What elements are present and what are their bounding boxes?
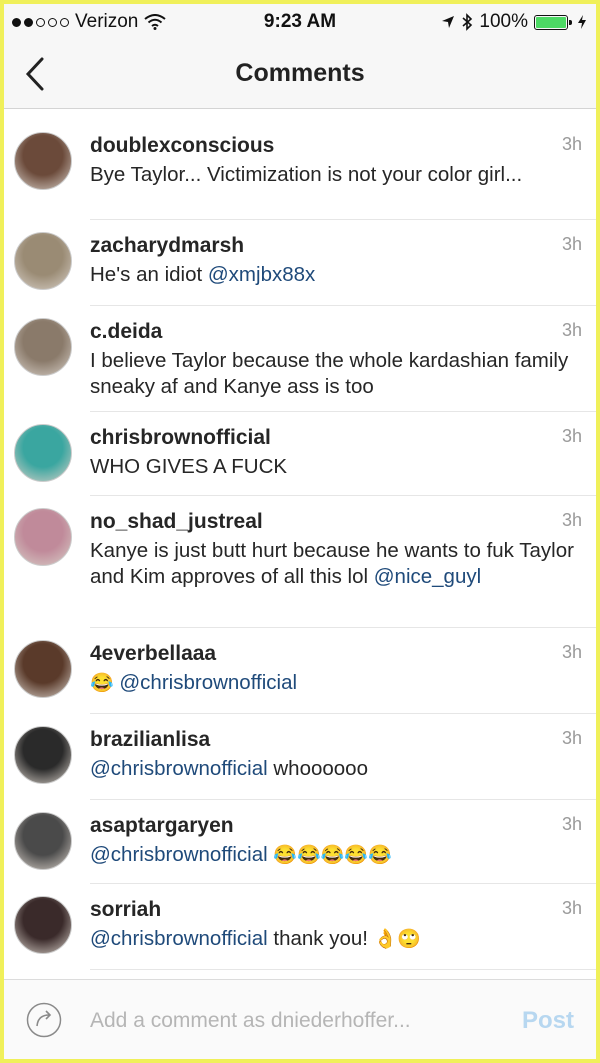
comment-row[interactable]: chrisbrownofficial 3h WHO GIVES A FUCK <box>4 412 596 496</box>
comment-text: WHO GIVES A FUCK <box>90 454 580 480</box>
comment-text: I believe Taylor because the whole karda… <box>90 348 580 400</box>
mention-link[interactable]: @xmjbx88x <box>208 263 315 286</box>
comment-text-segment: thank you! <box>267 927 374 950</box>
comment-username[interactable]: sorriah <box>90 898 161 922</box>
comment-timestamp: 3h <box>561 642 582 662</box>
avatar[interactable] <box>14 318 72 376</box>
comment-text-segment: whoooooo <box>267 757 368 780</box>
comment-timestamp: 3h <box>561 134 582 154</box>
comment-row[interactable]: c.deida 3h I believe Taylor because the wh… <box>4 306 596 412</box>
comment-username[interactable]: c.deida <box>90 320 162 344</box>
avatar[interactable] <box>14 812 72 870</box>
emoji: 😂 <box>90 673 114 694</box>
comment-timestamp: 3h <box>561 898 582 918</box>
comment-row[interactable]: zacharydmarsh 3h He's an idiot @xmjbx88x <box>4 220 596 306</box>
avatar[interactable] <box>14 640 72 698</box>
comment-username[interactable]: zacharydmarsh <box>90 234 244 258</box>
battery-icon <box>534 14 572 30</box>
comment-text: Kanye is just butt hurt because he wants… <box>90 538 580 590</box>
comment-text: Bye Taylor... Victimization is not your … <box>90 162 580 188</box>
comment-text: He's an idiot @xmjbx88x <box>90 262 580 288</box>
page-title: Comments <box>235 59 365 87</box>
mention-link[interactable]: @chrisbrownofficial <box>119 671 297 694</box>
comment-row[interactable]: sorriah 3h @chrisbrownofficial thank you! … <box>4 884 596 970</box>
emoji: 👌🙄 <box>373 929 421 950</box>
comment-text-segment: Bye Taylor... Victimization is not your … <box>90 163 523 186</box>
comment-text: @chrisbrownofficial 😂😂😂😂😂 <box>90 842 580 869</box>
comment-username[interactable]: 4everbellaaa <box>90 642 216 666</box>
battery-percent: 100% <box>479 11 528 32</box>
comment-timestamp: 3h <box>561 234 582 254</box>
mention-link[interactable]: @chrisbrownofficial <box>90 927 268 950</box>
comment-username[interactable]: doublexconscious <box>90 134 274 158</box>
avatar[interactable] <box>14 726 72 784</box>
comment-text-segment: WHO GIVES A FUCK <box>90 455 288 478</box>
comment-timestamp: 3h <box>561 426 582 446</box>
comment-username[interactable]: brazilianlisa <box>90 728 210 752</box>
avatar[interactable] <box>14 132 72 190</box>
post-button[interactable]: Post <box>522 1007 574 1035</box>
charging-bolt-icon <box>578 15 586 29</box>
mention-link[interactable]: @chrisbrownofficial <box>90 757 268 780</box>
comment-text: @chrisbrownofficial thank you! 👌🙄 <box>90 926 580 953</box>
mention-link[interactable]: @chrisbrownofficial <box>90 843 268 866</box>
comment-row[interactable]: doublexconscious 3h Bye Taylor... Victimiz… <box>4 114 596 220</box>
mention-link[interactable]: @nice_guyl <box>374 565 481 588</box>
comment-username[interactable]: chrisbrownofficial <box>90 426 271 450</box>
comment-row[interactable]: 4everbellaaa 3h 😂 @chrisbrownofficial <box>4 628 596 714</box>
comment-timestamp: 3h <box>561 320 582 340</box>
comment-row[interactable]: brazilianlisa 3h @chrisbrownofficial whooo… <box>4 714 596 800</box>
location-arrow-icon <box>442 16 455 28</box>
comment-text-segment: I believe Taylor because the whole karda… <box>90 349 569 398</box>
screen: Verizon 9:23 AM 100% Comments doublexcon… <box>4 4 596 1059</box>
emoji: 😂😂😂😂😂 <box>273 845 392 866</box>
comment-text-segment: He's an idiot <box>90 263 208 286</box>
comment-input[interactable]: Add a comment as dniederhoffer... <box>90 1009 411 1033</box>
comment-username[interactable]: asaptargaryen <box>90 814 234 838</box>
comment-username[interactable]: no_shad_justreal <box>90 510 263 534</box>
comment-text: 😂 @chrisbrownofficial <box>90 670 580 697</box>
comment-timestamp: 3h <box>561 728 582 748</box>
comment-text-segment: Kanye is just butt hurt because he wants… <box>90 539 574 588</box>
avatar[interactable] <box>14 424 72 482</box>
comment-timestamp: 3h <box>561 510 582 530</box>
row-divider <box>90 969 596 970</box>
avatar[interactable] <box>14 232 72 290</box>
avatar[interactable] <box>14 508 72 566</box>
rotate-share-icon[interactable] <box>26 1002 62 1038</box>
comment-timestamp: 3h <box>561 814 582 834</box>
comment-composer: Add a comment as dniederhoffer... Post <box>4 979 596 1059</box>
comment-row[interactable]: asaptargaryen 3h @chrisbrownofficial 😂😂😂😂😂 <box>4 800 596 884</box>
avatar[interactable] <box>14 896 72 954</box>
status-bar: Verizon 9:23 AM 100% <box>4 4 596 40</box>
comment-row[interactable]: no_shad_justreal 3h Kanye is just butt hur… <box>4 496 596 628</box>
comment-text: @chrisbrownofficial whoooooo <box>90 756 580 782</box>
bluetooth-icon <box>462 13 473 31</box>
nav-bar: Comments <box>4 40 596 109</box>
